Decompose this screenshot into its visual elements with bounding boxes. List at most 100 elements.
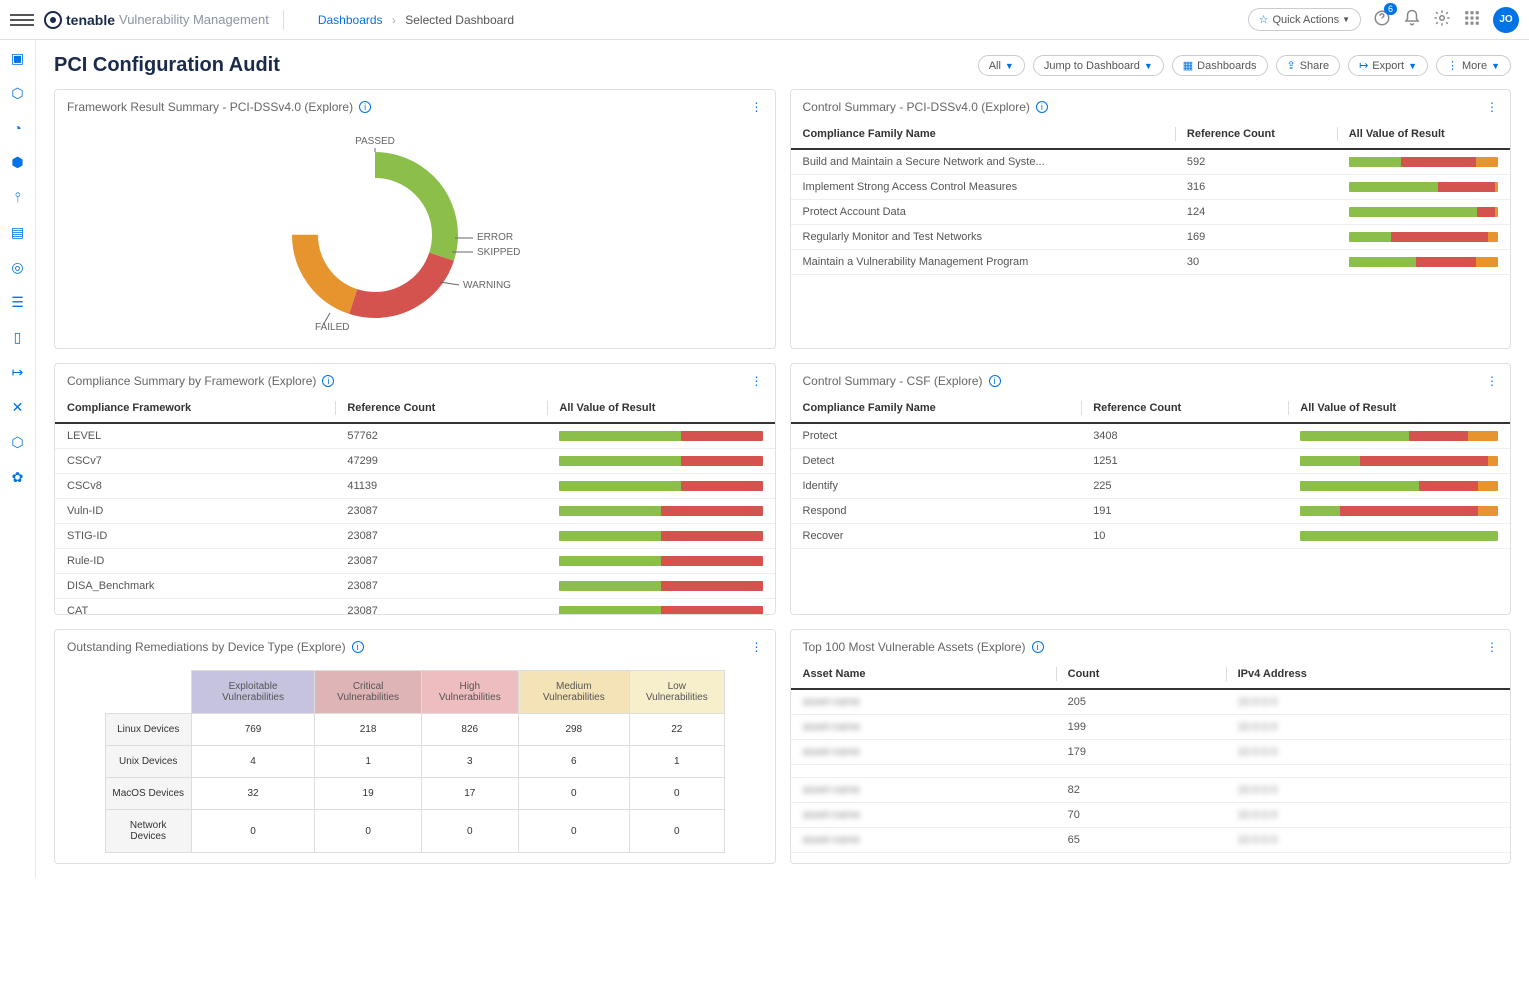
breadcrumb-root[interactable]: Dashboards (318, 13, 383, 27)
control-pci-table: Compliance Family Name Reference Count A… (791, 120, 1511, 275)
table-row[interactable]: CSCv747299 (55, 449, 775, 474)
info-icon[interactable]: i (352, 641, 364, 653)
table-row[interactable]: Identify225 (791, 474, 1511, 499)
col-count[interactable]: Reference Count (1081, 394, 1288, 423)
quick-actions-button[interactable]: ☆ Quick Actions ▼ (1248, 8, 1361, 31)
share-icon: ⇪ (1287, 59, 1296, 72)
bell-icon[interactable] (1403, 9, 1421, 30)
cube-icon[interactable]: ⬢ (11, 154, 23, 171)
info-icon[interactable]: i (1036, 101, 1048, 113)
col-ip[interactable]: IPv4 Address (1226, 660, 1510, 689)
table-row[interactable]: Network Devices00000 (105, 810, 724, 853)
table-row[interactable]: STIG-ID23087 (55, 524, 775, 549)
table-row[interactable]: asset-name17910.0.0.0 (791, 740, 1511, 765)
info-icon[interactable]: i (359, 101, 371, 113)
col-result[interactable]: All Value of Result (547, 394, 774, 423)
report-icon[interactable]: ▤ (11, 224, 24, 241)
table-row[interactable]: Detect1251 (791, 449, 1511, 474)
chart-icon[interactable]: ⫯ (14, 189, 20, 206)
doc-icon[interactable]: ▯ (14, 329, 22, 346)
table-row[interactable]: MacOS Devices32191700 (105, 778, 724, 810)
table-row[interactable]: CSCv841139 (55, 474, 775, 499)
shield-icon[interactable]: ⬡ (11, 85, 23, 102)
jump-dashboard-button[interactable]: Jump to Dashboard▼ (1033, 55, 1164, 76)
kebab-icon[interactable]: ⋮ (751, 640, 763, 654)
settings-icon[interactable]: ✿ (12, 469, 24, 486)
tools-icon[interactable]: ✕ (12, 399, 24, 416)
table-row[interactable]: Maintain a Vulnerability Management Prog… (791, 250, 1511, 275)
col-name[interactable]: Compliance Family Name (791, 120, 1175, 149)
table-row[interactable]: Protect Account Data124 (791, 200, 1511, 225)
target-icon[interactable]: ◎ (11, 259, 23, 276)
col-name[interactable]: Compliance Family Name (791, 394, 1082, 423)
chevron-down-icon: ▼ (1005, 61, 1014, 71)
page-title: PCI Configuration Audit (54, 54, 280, 77)
gear-icon[interactable] (1433, 9, 1451, 30)
dashboard-icon[interactable]: ▣ (11, 50, 24, 67)
widget-compliance-framework: Compliance Summary by Framework (Explore… (54, 363, 776, 615)
kebab-icon[interactable]: ⋮ (751, 374, 763, 388)
hamburger-icon[interactable] (10, 11, 34, 29)
col-medium: Medium Vulnerabilities (518, 671, 629, 714)
table-row[interactable]: Regularly Monitor and Test Networks169 (791, 225, 1511, 250)
info-icon[interactable]: i (1032, 641, 1044, 653)
package-icon[interactable]: ⬡ (11, 434, 23, 451)
col-count[interactable]: Count (1056, 660, 1226, 689)
table-row[interactable]: Build and Maintain a Secure Network and … (791, 149, 1511, 175)
table-row[interactable]: asset-name7010.0.0.0 (791, 803, 1511, 828)
table-row[interactable]: DISA_Benchmark23087 (55, 574, 775, 599)
table-row[interactable]: Vuln-ID23087 (55, 499, 775, 524)
donut-label-error: ERROR (477, 232, 513, 243)
donut-label-failed: FAILED (315, 322, 349, 333)
table-row[interactable]: Respond191 (791, 499, 1511, 524)
chevron-down-icon: ▼ (1491, 61, 1500, 71)
apps-icon[interactable] (1463, 9, 1481, 30)
table-row[interactable]: Unix Devices41361 (105, 746, 724, 778)
list-icon[interactable]: ☰ (11, 294, 24, 311)
table-row[interactable]: LEVEL57762 (55, 423, 775, 449)
topbar: tenable Vulnerability Management Dashboa… (0, 0, 1529, 40)
dashboards-button[interactable]: ▦Dashboards (1172, 55, 1268, 76)
brand-logo[interactable]: tenable Vulnerability Management (44, 11, 269, 29)
brand-name: tenable (66, 12, 115, 28)
export-icon[interactable]: ↦ (12, 364, 24, 381)
radar-icon[interactable]: ◔ (13, 120, 21, 136)
table-row[interactable]: CAT23087 (55, 599, 775, 615)
table-row[interactable]: Implement Strong Access Control Measures… (791, 175, 1511, 200)
table-row[interactable]: asset-name6510.0.0.0 (791, 828, 1511, 853)
help-icon[interactable]: 6 (1373, 9, 1391, 30)
col-critical: Critical Vulnerabilities (315, 671, 421, 714)
table-row[interactable]: asset-name20510.0.0.0 (791, 689, 1511, 715)
col-framework[interactable]: Compliance Framework (55, 394, 335, 423)
avatar[interactable]: JO (1493, 7, 1519, 33)
kebab-icon[interactable]: ⋮ (1486, 640, 1498, 654)
table-row[interactable]: asset-name8210.0.0.0 (791, 778, 1511, 803)
table-row[interactable]: Rule-ID23087 (55, 549, 775, 574)
col-count[interactable]: Reference Count (1175, 120, 1337, 149)
top-assets-table: Asset Name Count IPv4 Address asset-name… (791, 660, 1511, 853)
share-button[interactable]: ⇪Share (1276, 55, 1341, 76)
info-icon[interactable]: i (989, 375, 1001, 387)
kebab-icon[interactable]: ⋮ (751, 100, 763, 114)
filter-all-button[interactable]: All▼ (978, 55, 1025, 76)
widget-title: Compliance Summary by Framework (Explore… (67, 374, 316, 388)
col-result[interactable]: All Value of Result (1337, 120, 1510, 149)
kebab-icon: ⋮ (1447, 59, 1458, 72)
table-row[interactable]: Protect3408 (791, 423, 1511, 449)
widget-control-pci: Control Summary - PCI-DSSv4.0 (Explore) … (790, 89, 1512, 349)
table-row[interactable]: Linux Devices76921882629822 (105, 714, 724, 746)
more-button[interactable]: ⋮More▼ (1436, 55, 1511, 76)
export-button[interactable]: ↦Export▼ (1348, 55, 1428, 76)
col-result[interactable]: All Value of Result (1288, 394, 1510, 423)
table-row[interactable]: Recover10 (791, 524, 1511, 549)
table-row[interactable] (791, 765, 1511, 778)
quick-actions-label: Quick Actions (1272, 14, 1339, 26)
col-asset[interactable]: Asset Name (791, 660, 1056, 689)
info-icon[interactable]: i (322, 375, 334, 387)
kebab-icon[interactable]: ⋮ (1486, 100, 1498, 114)
col-count[interactable]: Reference Count (335, 394, 547, 423)
breadcrumb: Dashboards › Selected Dashboard (318, 13, 514, 27)
kebab-icon[interactable]: ⋮ (1486, 374, 1498, 388)
remediations-table: Exploitable Vulnerabilities Critical Vul… (105, 670, 725, 853)
table-row[interactable]: asset-name19910.0.0.0 (791, 715, 1511, 740)
